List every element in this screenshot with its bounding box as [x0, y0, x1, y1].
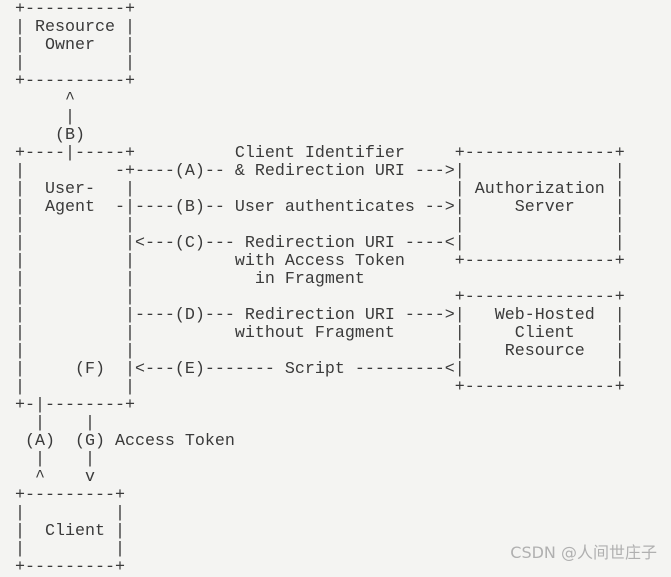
- diagram-line: |: [15, 108, 75, 127]
- diagram-line: | |: [15, 414, 95, 433]
- diagram-line: | Resource |: [15, 18, 135, 37]
- diagram-line: | |: [15, 450, 95, 469]
- watermark: CSDN @人间世庄子: [510, 543, 657, 562]
- diagram-line: | |: [15, 54, 135, 73]
- diagram-line: ^: [15, 90, 75, 109]
- diagram-line: | (F) |<---(E)------- Script ---------<|…: [15, 360, 625, 379]
- diagram-line: ^ v: [15, 468, 95, 487]
- diagram-line: (A) (G) Access Token: [15, 432, 235, 451]
- ascii-flow-diagram: +----------+ | Resource | | Owner | | | +---…: [15, 1, 625, 577]
- diagram-line: +-|--------+: [15, 396, 135, 415]
- diagram-line: +----------+: [15, 0, 135, 19]
- diagram-line: | | in Fragment: [15, 270, 365, 289]
- diagram-line: | | +---------------+: [15, 378, 625, 397]
- diagram-line: +---------+: [15, 486, 125, 505]
- diagram-line: | |: [15, 504, 125, 523]
- diagram-line: +----------+: [15, 72, 135, 91]
- diagram-line: | -+----(A)-- & Redirection URI --->| |: [15, 162, 625, 181]
- diagram-line: | User- | | Authorization |: [15, 180, 625, 199]
- diagram-line: +----|-----+ Client Identifier +--------…: [15, 144, 625, 163]
- diagram-line: | | | Resource |: [15, 342, 625, 361]
- diagram-line: | Owner |: [15, 36, 135, 55]
- diagram-line: | | with Access Token +---------------+: [15, 252, 625, 271]
- diagram-line: | Agent -|----(B)-- User authenticates -…: [15, 198, 625, 217]
- diagram-line: (B): [15, 126, 85, 145]
- diagram-line: | | without Fragment | Client |: [15, 324, 625, 343]
- diagram-line: | | +---------------+: [15, 288, 625, 307]
- diagram-line: | | | |: [15, 216, 625, 235]
- diagram-line: | |----(D)--- Redirection URI ---->| Web…: [15, 306, 625, 325]
- diagram-line: | |<---(C)--- Redirection URI ----<| |: [15, 234, 625, 253]
